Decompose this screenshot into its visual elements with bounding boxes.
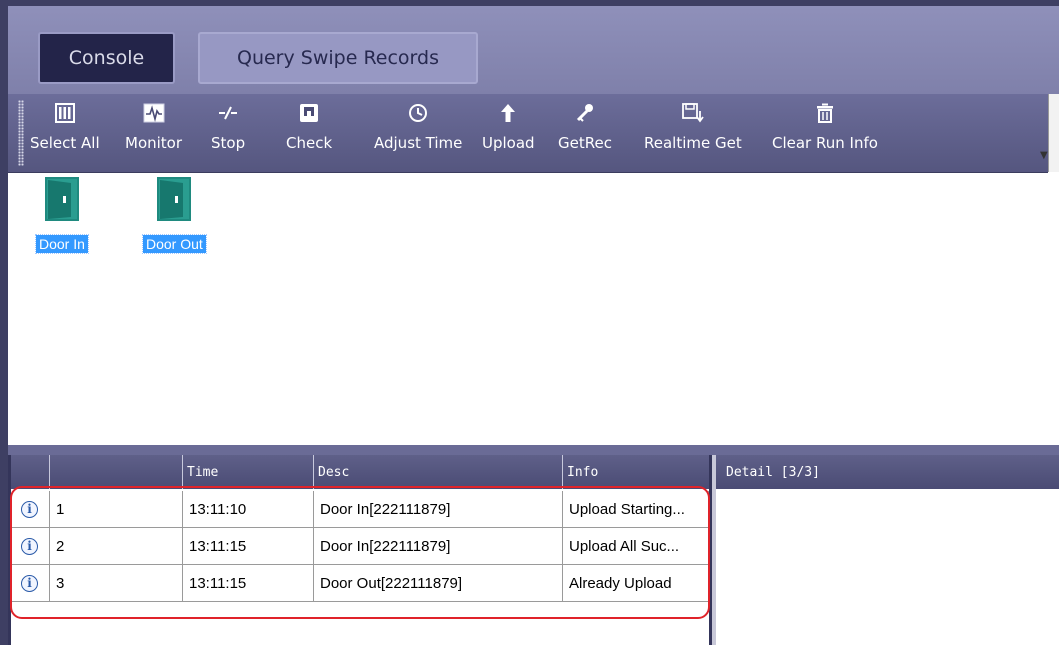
- row-time: 13:11:15: [183, 528, 314, 565]
- stop-label: Stop: [211, 134, 246, 152]
- getrec-label: GetRec: [558, 134, 612, 152]
- key-icon: [574, 98, 596, 128]
- window-frame-left: [0, 0, 8, 645]
- info-icon: i: [21, 574, 38, 592]
- row-desc: Door In[222111879]: [314, 491, 563, 528]
- clock-icon: [407, 98, 429, 128]
- row-no: 1: [50, 491, 183, 528]
- adjust-time-button[interactable]: Adjust Time: [374, 98, 462, 168]
- realtime-get-button[interactable]: Realtime Get: [644, 98, 742, 168]
- table-row[interactable]: i 2 13:11:15 Door In[222111879] Upload A…: [11, 528, 709, 565]
- column-header-info[interactable]: Info: [563, 455, 709, 489]
- door-item[interactable]: Door In: [35, 177, 89, 254]
- upload-button[interactable]: Upload: [482, 98, 535, 168]
- check-button[interactable]: Check: [286, 98, 332, 168]
- column-header-time[interactable]: Time: [183, 455, 314, 489]
- tab-console[interactable]: Console: [38, 32, 175, 84]
- row-info: Upload Starting...: [563, 491, 709, 528]
- row-desc: Door Out[222111879]: [314, 565, 563, 602]
- realtime-save-icon: [681, 98, 705, 128]
- panel-splitter[interactable]: [8, 445, 1059, 455]
- door-icon: [44, 177, 79, 225]
- row-icon-cell: i: [11, 565, 50, 602]
- row-no: 2: [50, 528, 183, 565]
- clear-run-info-button[interactable]: Clear Run Info: [772, 98, 878, 168]
- toolbar-gripper[interactable]: [18, 100, 24, 166]
- upload-label: Upload: [482, 134, 535, 152]
- trash-icon: [814, 98, 836, 128]
- row-info: Upload All Suc...: [563, 528, 709, 565]
- run-info-grid: Time Desc Info i 1 13:11:10 Door In[2221…: [8, 455, 712, 645]
- toolbar: Select All Monitor Stop Check Adjust Tim…: [8, 94, 1048, 173]
- monitor-icon: [143, 98, 165, 128]
- realtime-get-label: Realtime Get: [644, 134, 742, 152]
- tab-query-swipe-records[interactable]: Query Swipe Records: [198, 32, 478, 84]
- door-item[interactable]: Door Out: [142, 177, 207, 254]
- check-icon: [298, 98, 320, 128]
- upload-arrow-icon: [497, 98, 519, 128]
- door-label: Door In: [35, 234, 89, 254]
- tab-bar: Console Query Swipe Records: [8, 6, 1059, 94]
- row-info: Already Upload: [563, 565, 709, 602]
- column-header-no[interactable]: [50, 455, 183, 489]
- stop-icon: [217, 98, 239, 128]
- detail-pane: Detail [3/3]: [712, 455, 1059, 645]
- select-all-label: Select All: [30, 134, 100, 152]
- check-label: Check: [286, 134, 333, 152]
- table-row[interactable]: i 1 13:11:10 Door In[222111879] Upload S…: [11, 491, 709, 528]
- row-time: 13:11:15: [183, 565, 314, 602]
- monitor-button[interactable]: Monitor: [125, 98, 182, 168]
- toolbar-edge: [1048, 94, 1059, 172]
- row-desc: Door In[222111879]: [314, 528, 563, 565]
- row-no: 3: [50, 565, 183, 602]
- stop-button[interactable]: Stop: [211, 98, 245, 168]
- door-label: Door Out: [142, 234, 207, 254]
- grid-header: Time Desc Info: [11, 455, 709, 489]
- clear-run-info-label: Clear Run Info: [772, 134, 878, 152]
- row-icon-cell: i: [11, 491, 50, 528]
- monitor-label: Monitor: [125, 134, 183, 152]
- getrec-button[interactable]: GetRec: [558, 98, 612, 168]
- detail-header: Detail [3/3]: [716, 455, 1059, 489]
- info-icon: i: [21, 500, 38, 518]
- toolbar-overflow-icon[interactable]: ▼: [1040, 150, 1048, 161]
- column-header-desc[interactable]: Desc: [314, 455, 563, 489]
- door-icon: [157, 177, 192, 225]
- row-icon-cell: i: [11, 528, 50, 565]
- adjust-time-label: Adjust Time: [374, 134, 463, 152]
- column-header-icon[interactable]: [11, 455, 50, 489]
- door-panel: Door In Door Out: [8, 173, 1059, 445]
- info-icon: i: [21, 537, 38, 555]
- table-row[interactable]: i 3 13:11:15 Door Out[222111879] Already…: [11, 565, 709, 602]
- row-time: 13:11:10: [183, 491, 314, 528]
- select-all-icon: [54, 98, 76, 128]
- select-all-button[interactable]: Select All: [30, 98, 100, 168]
